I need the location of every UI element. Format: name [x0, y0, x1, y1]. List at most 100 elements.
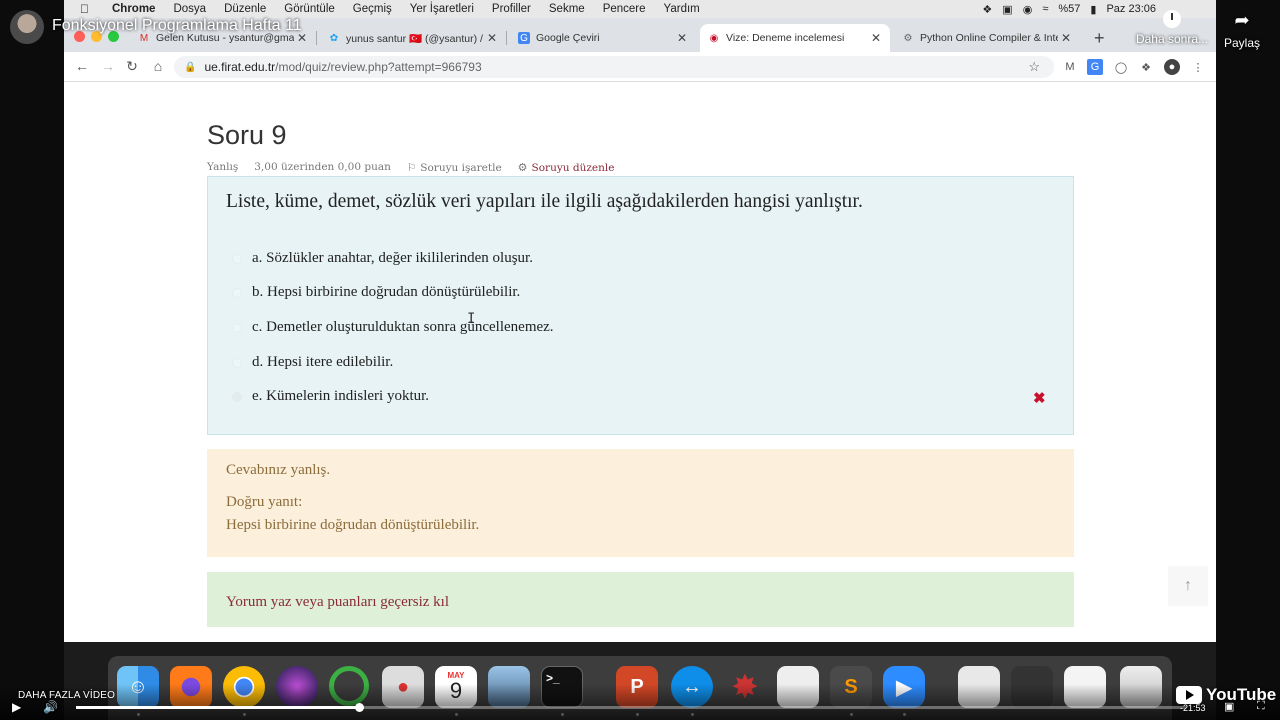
flag-question-link[interactable]: ⚐ Soruyu işaretle	[407, 161, 502, 174]
tab-python-compiler[interactable]: ⚙ Python Online Compiler & Inte ✕	[894, 24, 1080, 52]
battery-percent[interactable]: %57	[1058, 3, 1080, 15]
menubar-status-area: ❖ ▣ ◉ ≈ %57 ▮ Paz 23:06	[982, 0, 1156, 18]
tab-strip: M Gelen Kutusu - ysantur@gmail ✕ ✿ yunus…	[64, 18, 1216, 52]
menu-tab[interactable]: Sekme	[549, 3, 585, 15]
correct-answer-heading: Doğru yanıt:	[226, 494, 303, 510]
battery-icon[interactable]: ▮	[1090, 3, 1096, 16]
menu-edit[interactable]: Düzenle	[224, 3, 266, 15]
menu-profiles[interactable]: Profiller	[492, 3, 531, 15]
chrome-window: M Gelen Kutusu - ysantur@gmail ✕ ✿ yunus…	[64, 18, 1216, 642]
clock-icon	[1163, 10, 1181, 28]
twitter-icon: ✿	[329, 32, 339, 44]
miniplayer-icon[interactable]: ▣	[1224, 700, 1234, 713]
close-tab-icon[interactable]: ✕	[1058, 31, 1074, 45]
translate-extension-icon[interactable]: G	[1087, 59, 1103, 75]
page-content: Soru 9 Yanlış 3,00 üzerinden 0,00 puan ⚐…	[64, 82, 1216, 642]
answer-radio	[232, 287, 242, 298]
menu-window[interactable]: Pencere	[603, 3, 646, 15]
answer-option-a: a. Sözlükler anahtar, değer ikililerinde…	[232, 250, 533, 267]
extensions-puzzle-icon[interactable]: ❖	[1138, 59, 1154, 75]
feedback-box: Cevabınız yanlış. Doğru yanıt: Hepsi bir…	[207, 449, 1074, 557]
profile-avatar[interactable]: ●	[1164, 59, 1180, 75]
youtube-logo-text: YouTube	[1206, 685, 1277, 704]
back-to-top-button[interactable]: ↑	[1168, 566, 1208, 606]
channel-avatar[interactable]	[10, 10, 44, 44]
tab-gmail[interactable]: M Gelen Kutusu - ysantur@gmail ✕	[130, 24, 316, 52]
menu-view[interactable]: Görüntüle	[284, 3, 335, 15]
zoom-window-button[interactable]	[108, 31, 119, 42]
globe-icon[interactable]: ◉	[1023, 3, 1033, 16]
more-videos-button[interactable]: DAHA FAZLA VİDEO	[18, 690, 115, 701]
screen:  Chrome Dosya Düzenle Görüntüle Geçmiş …	[0, 0, 1280, 720]
browser-toolbar: ← → ↻ ⌂ 🔒 ue.firat.edu.tr/mod/quiz/revie…	[64, 52, 1216, 82]
tab-google-translate[interactable]: G Google Çeviri ✕	[510, 24, 696, 52]
wifi-icon[interactable]: ≈	[1042, 3, 1048, 15]
question-info: Yanlış 3,00 üzerinden 0,00 puan ⚐ Soruyu…	[207, 161, 614, 174]
bookmark-star-icon[interactable]: ☆	[1028, 59, 1040, 75]
menu-chrome[interactable]: Chrome	[112, 3, 155, 15]
answer-radio	[232, 253, 242, 264]
share-button[interactable]: ➦ Paylaş	[1220, 10, 1264, 50]
gmail-icon: M	[139, 32, 149, 44]
home-icon[interactable]: ⌂	[148, 58, 168, 74]
question-formulation: Liste, küme, demet, sözlük veri yapıları…	[207, 176, 1074, 435]
menu-bookmarks[interactable]: Yer İşaretleri	[410, 3, 474, 15]
close-tab-icon[interactable]: ✕	[868, 31, 884, 45]
question-number: Soru 9	[207, 120, 287, 150]
back-icon[interactable]: ←	[72, 58, 92, 74]
address-bar[interactable]: 🔒 ue.firat.edu.tr/mod/quiz/review.php?at…	[174, 56, 1054, 78]
close-tab-icon[interactable]: ✕	[484, 31, 500, 45]
gmail-extension-icon[interactable]: M	[1062, 59, 1078, 75]
extension-circle-icon[interactable]: ◯	[1113, 59, 1129, 75]
teamviewer-icon[interactable]: ▣	[1002, 3, 1012, 16]
url-path: /mod/quiz/review.php?attempt=966793	[275, 60, 482, 74]
flag-question-label: Soruyu işaretle	[420, 161, 502, 174]
answer-label: c. Demetler oluşturulduktan sonra güncel…	[252, 319, 554, 335]
watch-later-button[interactable]: Daha sonra...	[1134, 10, 1210, 46]
window-controls	[74, 31, 119, 42]
question-grade: 3,00 üzerinden 0,00 puan	[254, 161, 391, 173]
tab-label: Gelen Kutusu - ysantur@gmail	[156, 32, 294, 44]
comment-override-link[interactable]: Yorum yaz veya puanları geçersiz kıl	[226, 594, 449, 611]
incorrect-icon: ✖	[1033, 390, 1046, 407]
dropbox-icon[interactable]: ❖	[982, 3, 992, 16]
close-tab-icon[interactable]: ✕	[674, 31, 690, 45]
volume-icon[interactable]: 🔊	[43, 700, 58, 714]
minimize-window-button[interactable]	[91, 31, 102, 42]
close-tab-icon[interactable]: ✕	[294, 31, 310, 45]
feedback-result: Cevabınız yanlış.	[226, 462, 331, 478]
answer-label: b. Hepsi birbirine doğrudan dönüştürüleb…	[252, 284, 521, 300]
lock-icon[interactable]: 🔒	[184, 62, 196, 73]
play-icon[interactable]: ▶	[12, 700, 21, 714]
tab-quiz-review[interactable]: ◉ Vize: Deneme incelemesi ✕	[700, 24, 890, 52]
answer-label: a. Sözlükler anahtar, değer ikililerinde…	[252, 250, 533, 266]
text-cursor-icon: I	[467, 311, 476, 327]
menu-help[interactable]: Yardım	[664, 3, 700, 15]
fullscreen-icon[interactable]: ⛶	[1257, 700, 1265, 713]
menu-file[interactable]: Dosya	[173, 3, 206, 15]
menu-history[interactable]: Geçmiş	[353, 3, 392, 15]
answer-option-c: c. Demetler oluşturulduktan sonra güncel…	[232, 319, 554, 336]
tab-label: Vize: Deneme incelemesi	[726, 32, 845, 44]
translate-icon: G	[518, 32, 530, 44]
apple-icon[interactable]: 	[80, 2, 94, 16]
progress-bar[interactable]	[76, 703, 1186, 712]
answer-option-b: b. Hepsi birbirine doğrudan dönüştürüleb…	[232, 284, 520, 301]
edit-question-link[interactable]: ⚙ Soruyu düzenle	[518, 161, 615, 174]
edit-question-label: Soruyu düzenle	[531, 161, 615, 174]
forward-icon[interactable]: →	[98, 58, 118, 74]
answer-radio	[232, 322, 242, 333]
flag-icon: ⚐	[406, 161, 417, 174]
question-status: Yanlış	[207, 161, 239, 173]
close-window-button[interactable]	[74, 31, 85, 42]
tab-twitter[interactable]: ✿ yunus santur 🇹🇷 (@ysantur) / T ✕	[320, 24, 506, 52]
chrome-menu-icon[interactable]: ⋮	[1190, 59, 1206, 75]
new-tab-button[interactable]: +	[1094, 28, 1105, 49]
gear-icon: ⚙	[517, 161, 528, 174]
scrubber-handle[interactable]	[355, 703, 365, 712]
answer-label: e. Kümelerin indisleri yoktur.	[252, 388, 430, 404]
answer-radio-selected	[232, 391, 242, 402]
answer-radio	[232, 357, 242, 368]
tab-label: Python Online Compiler & Inte	[920, 32, 1058, 44]
reload-icon[interactable]: ↻	[122, 58, 142, 75]
